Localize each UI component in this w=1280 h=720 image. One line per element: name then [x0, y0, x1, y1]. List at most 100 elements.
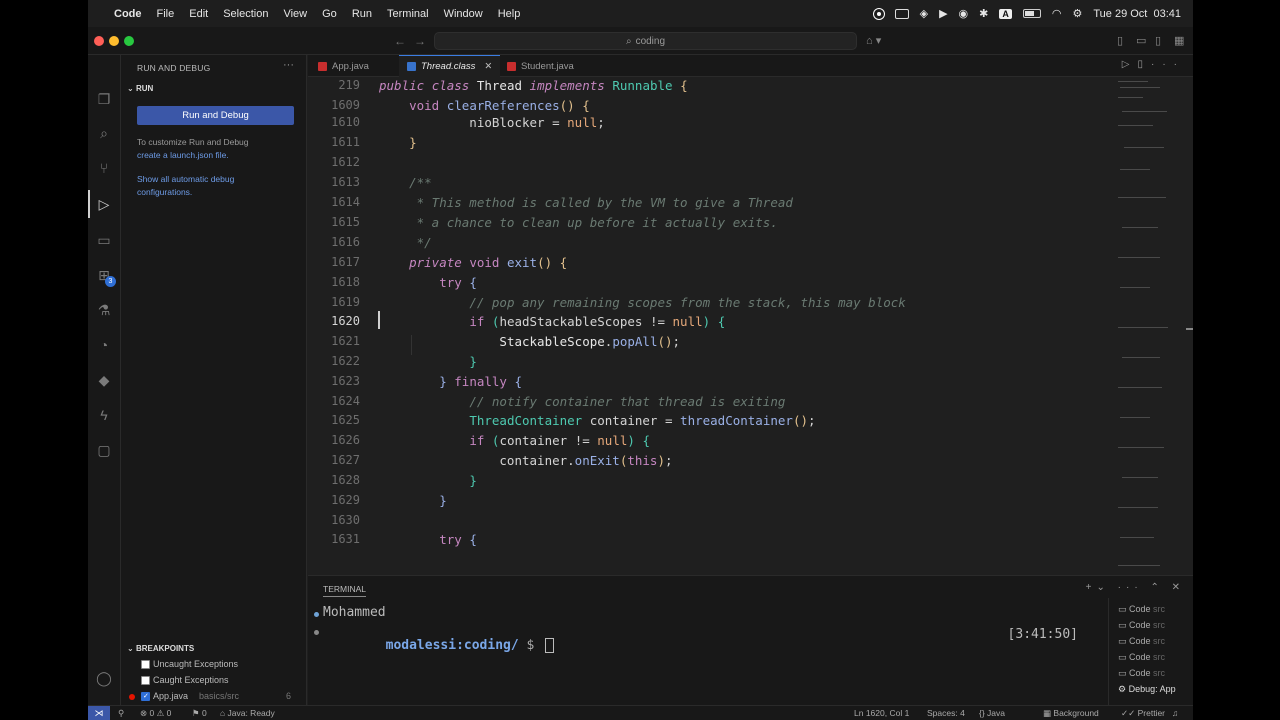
more-actions-icon[interactable]: ··· — [1151, 59, 1185, 70]
terminal-item[interactable]: ▭ Code src — [1118, 620, 1165, 631]
prettier-status[interactable]: ✓✓ Prettier — [1121, 708, 1165, 719]
tab-label: App.java — [332, 60, 369, 72]
accounts-icon[interactable]: ◯ — [95, 669, 113, 687]
tab-thread-class[interactable]: Thread.class ✕ — [399, 55, 501, 77]
toggle-sidebar-icon[interactable]: ▯ — [1117, 34, 1123, 47]
create-launch-json-link[interactable]: create a launch.json file. — [137, 150, 229, 160]
checkbox[interactable] — [141, 675, 150, 685]
active-view-indicator — [88, 190, 90, 218]
cursor-position[interactable]: Ln 1620, Col 1 — [854, 708, 909, 718]
toggle-secondary-sidebar-icon[interactable]: ▯ — [1155, 34, 1161, 47]
record-icon[interactable] — [873, 8, 884, 19]
background-status[interactable]: ▦ Background — [1043, 708, 1099, 719]
menu-window[interactable]: Window — [444, 8, 483, 20]
terminal-item[interactable]: ▭ Code src — [1118, 604, 1165, 615]
close-icon[interactable]: ✕ — [1172, 582, 1185, 593]
airdrop-icon[interactable]: ◉ — [959, 7, 969, 20]
back-arrow-icon[interactable]: ← — [394, 34, 406, 48]
menu-code[interactable]: Code — [114, 8, 142, 20]
git-graph-icon[interactable]: ◔ — [95, 336, 113, 354]
play-icon[interactable]: ▶ — [939, 7, 947, 20]
code-line: } — [469, 473, 477, 488]
terminal-item[interactable]: ▭ Code src — [1118, 668, 1165, 679]
control-center-icon[interactable]: ⚙ — [1072, 7, 1082, 20]
close-icon[interactable]: ✕ — [484, 61, 492, 72]
checkbox[interactable] — [141, 659, 150, 669]
breakpoint-uncaught-exceptions[interactable]: Uncaught Exceptions — [141, 659, 238, 669]
menu-file[interactable]: File — [157, 8, 175, 20]
line-number: 1614 — [331, 195, 360, 209]
tab-student-java[interactable]: Student.java — [499, 55, 582, 77]
wifi-icon[interactable]: ◠ — [1052, 7, 1062, 20]
search-icon[interactable]: ⌕ — [95, 124, 113, 142]
command-center-search[interactable]: ⌕ coding — [434, 32, 857, 50]
run-and-debug-icon[interactable]: ▷ — [95, 195, 113, 213]
source-control-icon[interactable]: ⑂ — [95, 159, 113, 177]
java-status[interactable]: ⌂ Java: Ready — [220, 708, 275, 718]
maximize-window-button[interactable] — [124, 36, 134, 46]
customize-layout-icon[interactable]: ▦ — [1174, 34, 1184, 47]
layers-icon[interactable]: ◈ — [920, 7, 928, 20]
terminal-item[interactable]: ▭ Code src — [1118, 636, 1165, 647]
terminal-item-sub: src — [1153, 620, 1166, 630]
terminal-item[interactable]: ⚙ Debug: App — [1118, 684, 1176, 695]
more-actions-icon[interactable]: ··· — [283, 59, 294, 71]
breakpoint-label: Uncaught Exceptions — [153, 659, 239, 669]
tab-terminal[interactable]: TERMINAL — [323, 584, 366, 597]
run-section-header[interactable]: ⌄ RUN — [127, 84, 153, 93]
line-number: 1616 — [331, 235, 360, 249]
new-terminal-icon[interactable]: +⌄ — [1086, 582, 1110, 593]
show-automatic-debug-link[interactable]: Show all automatic debug — [137, 174, 234, 184]
menu-view[interactable]: View — [283, 8, 307, 20]
testing-icon[interactable]: ⚗ — [95, 301, 113, 319]
code-editor[interactable]: 219 1609 1610 1611 1612 1613 1614 1615 1… — [308, 77, 1108, 575]
code-line: /** — [409, 175, 432, 190]
minimap-line — [1118, 197, 1166, 198]
toggle-panel-icon[interactable]: ▭ — [1136, 34, 1146, 47]
terminal-item[interactable]: ▭ Code src — [1118, 652, 1165, 663]
more-actions-icon[interactable]: ··· — [1118, 582, 1143, 593]
input-source-icon[interactable]: A — [999, 8, 1012, 19]
status-sync-icon[interactable]: ⚲ — [118, 708, 124, 719]
screenshot-icon[interactable] — [894, 8, 909, 19]
notifications-bell-icon[interactable]: ♫ — [1172, 708, 1178, 718]
maximize-panel-icon[interactable]: ⌃ — [1150, 582, 1163, 593]
language-mode[interactable]: {} Java — [979, 708, 1005, 718]
checkbox[interactable] — [141, 691, 150, 701]
remote-window-icon[interactable]: ▢ — [95, 441, 113, 459]
explorer-icon[interactable]: ❐ — [95, 90, 113, 108]
battery-icon[interactable] — [1022, 9, 1041, 18]
forward-arrow-icon[interactable]: → — [414, 34, 426, 48]
copilot-icon[interactable]: ⌂ ▾ — [866, 34, 881, 47]
terminal-cursor — [545, 638, 555, 653]
menubar-clock[interactable]: Tue 29 Oct 03:41 — [1093, 8, 1181, 20]
remote-explorer-icon[interactable]: ▭ — [95, 231, 113, 249]
breakpoints-header[interactable]: ⌄ BREAKPOINTS — [127, 644, 194, 653]
bluetooth-icon[interactable]: ✱ — [979, 7, 988, 20]
breakpoint-caught-exceptions[interactable]: Caught Exceptions — [141, 675, 229, 685]
menu-selection[interactable]: Selection — [223, 8, 268, 20]
thunder-client-icon[interactable]: ϟ — [95, 406, 113, 424]
minimize-window-button[interactable] — [109, 36, 119, 46]
close-window-button[interactable] — [94, 36, 104, 46]
menu-go[interactable]: Go — [322, 8, 337, 20]
run-icon[interactable]: ▷ — [1122, 59, 1138, 70]
docker-icon[interactable]: ◆ — [95, 371, 113, 389]
tab-app-java[interactable]: App.java — [310, 55, 377, 77]
indentation[interactable]: Spaces: 4 — [927, 708, 965, 718]
menu-terminal[interactable]: Terminal — [387, 8, 429, 20]
breakpoint-app-java[interactable]: App.java basics/src 6 — [141, 691, 291, 701]
run-and-debug-button[interactable]: Run and Debug — [137, 106, 294, 125]
terminal-output[interactable]: Mohammed modalessi:coding/ $ [3:41:50] — [308, 604, 1103, 704]
code-line: ThreadContainer container = threadContai… — [469, 413, 816, 428]
menu-edit[interactable]: Edit — [189, 8, 208, 20]
breakpoints-label: BREAKPOINTS — [135, 644, 195, 653]
problems-status[interactable]: ⊗ 0 ⚠ 0 — [140, 708, 171, 719]
menu-run[interactable]: Run — [352, 8, 372, 20]
minimap[interactable] — [1108, 77, 1193, 575]
ports-status[interactable]: ⚑ 0 — [192, 708, 207, 719]
remote-indicator-icon[interactable]: ⋊ — [88, 706, 110, 720]
split-editor-icon[interactable]: ▯ — [1137, 59, 1151, 70]
menu-help[interactable]: Help — [498, 8, 521, 20]
show-automatic-debug-link-2[interactable]: configurations. — [137, 187, 192, 197]
